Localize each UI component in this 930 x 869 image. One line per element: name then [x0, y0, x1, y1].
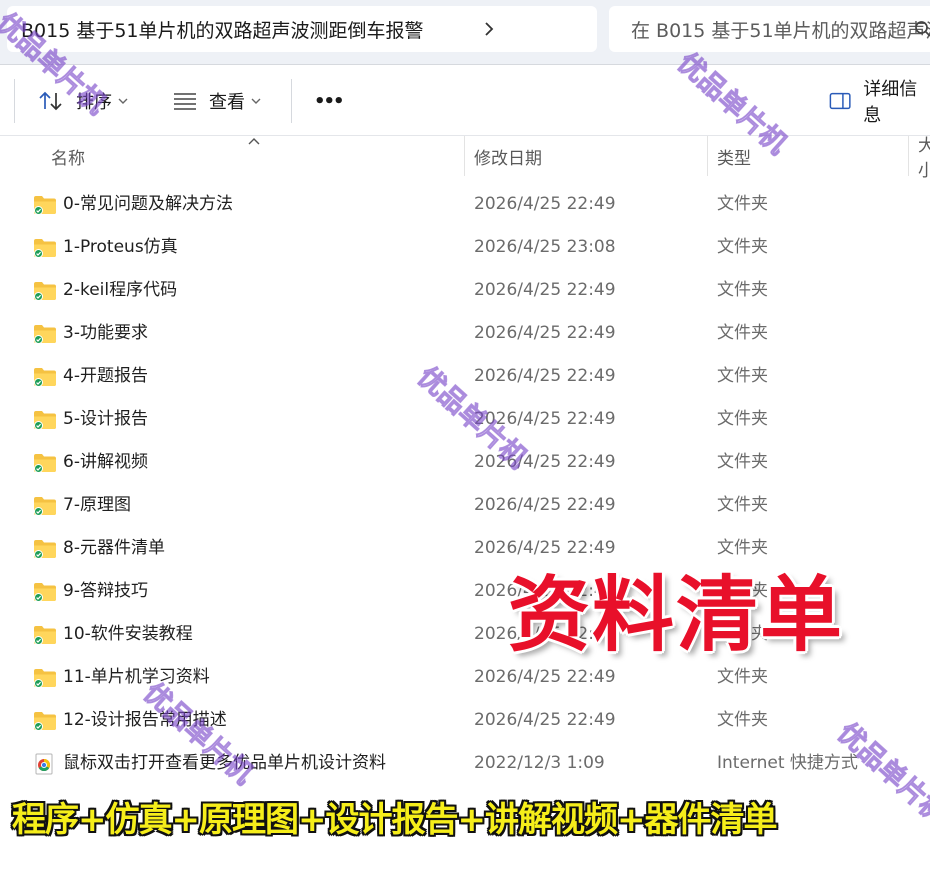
address-bar-region: B015 基于51单片机的双路超声波测距倒车报警 在 B015 基于51单片机的… [0, 0, 930, 64]
file-row[interactable]: 1-Proteus仿真 2026/4/25 23:08 文件夹 [0, 226, 930, 269]
file-type: 文件夹 [717, 194, 768, 214]
file-type: Internet 快捷方式 [717, 753, 858, 773]
details-pane-icon [829, 92, 851, 110]
file-type: 文件夹 [717, 323, 768, 343]
chevron-right-icon[interactable] [477, 17, 501, 41]
search-placeholder: 在 B015 基于51单片机的双路超声波测距倒车报警 中搜索 [631, 19, 930, 42]
folder-icon [34, 540, 56, 559]
folder-icon [34, 712, 56, 731]
search-input[interactable]: 在 B015 基于51单片机的双路超声波测距倒车报警 中搜索 [609, 6, 930, 52]
folder-icon [34, 282, 56, 301]
file-type: 文件夹 [717, 280, 768, 300]
file-type: 文件夹 [717, 366, 768, 386]
internet-shortcut-icon [35, 753, 53, 775]
more-options-button[interactable]: ••• [314, 65, 344, 137]
view-label: 查看 [209, 92, 245, 113]
details-label: 详细信息 [863, 79, 918, 126]
file-date: 2026/4/25 22:49 [474, 280, 616, 300]
file-name[interactable]: 8-元器件清单 [63, 527, 165, 570]
folder-icon [34, 411, 56, 430]
file-date: 2026/4/25 23:08 [474, 237, 616, 257]
breadcrumb-current-folder[interactable]: B015 基于51单片机的双路超声波测距倒车报警 [21, 16, 424, 43]
file-date: 2026/4/25 22:49 [474, 323, 616, 343]
column-headers: 名称 修改日期 类型 大小 [0, 136, 930, 181]
file-name[interactable]: 7-原理图 [63, 484, 131, 527]
file-name[interactable]: 1-Proteus仿真 [63, 226, 178, 269]
view-list-icon [174, 93, 196, 110]
file-name[interactable]: 10-软件安装教程 [63, 613, 193, 656]
column-divider[interactable] [464, 136, 465, 176]
folder-icon [34, 583, 56, 602]
more-options-icon: ••• [314, 90, 344, 112]
file-type: 文件夹 [717, 237, 768, 257]
file-row[interactable]: 3-功能要求 2026/4/25 22:49 文件夹 [0, 312, 930, 355]
file-row[interactable]: 6-讲解视频 2026/4/25 22:49 文件夹 [0, 441, 930, 484]
folder-icon [34, 626, 56, 645]
file-row[interactable]: 0-常见问题及解决方法 2026/4/25 22:49 文件夹 [0, 183, 930, 226]
column-header-date[interactable]: 修改日期 [474, 136, 542, 176]
view-button[interactable]: 查看 [173, 65, 273, 137]
file-name[interactable]: 2-keil程序代码 [63, 269, 177, 312]
file-date: 2026/4/25 22:49 [474, 495, 616, 515]
column-header-name[interactable]: 名称 [51, 136, 85, 176]
file-date: 2026/4/25 22:49 [474, 194, 616, 214]
search-icon[interactable] [914, 20, 930, 38]
column-divider[interactable] [908, 136, 909, 176]
file-type: 文件夹 [717, 452, 768, 472]
file-name[interactable]: 11-单片机学习资料 [63, 656, 210, 699]
file-row[interactable]: 7-原理图 2026/4/25 22:49 文件夹 [0, 484, 930, 527]
file-row[interactable]: 2-keil程序代码 2026/4/25 22:49 文件夹 [0, 269, 930, 312]
file-name[interactable]: 6-讲解视频 [63, 441, 148, 484]
column-divider[interactable] [707, 136, 708, 176]
promo-title: 资料清单 [508, 568, 845, 663]
chevron-down-icon [251, 98, 261, 104]
file-date: 2026/4/25 22:49 [474, 366, 616, 386]
command-bar: 排序 查看 ••• 详细信息 [0, 64, 930, 136]
sort-ascending-icon [248, 138, 260, 145]
file-row[interactable]: 鼠标双击打开查看更多优品单片机设计资料 2022/12/3 1:09 Interne… [0, 742, 930, 785]
folder-icon [34, 239, 56, 258]
file-name[interactable]: 3-功能要求 [63, 312, 148, 355]
file-name[interactable]: 5-设计报告 [63, 398, 148, 441]
file-row[interactable]: 12-设计报告常用描述 2026/4/25 22:49 文件夹 [0, 699, 930, 742]
file-name[interactable]: 4-开题报告 [63, 355, 148, 398]
file-type: 文件夹 [717, 495, 768, 515]
file-date: 2026/4/25 22:49 [474, 710, 616, 730]
folder-icon [34, 368, 56, 387]
file-list: 0-常见问题及解决方法 2026/4/25 22:49 文件夹 1-Proteus仿… [0, 183, 930, 785]
folder-icon [34, 196, 56, 215]
toolbar-divider [291, 79, 292, 123]
folder-icon [34, 325, 56, 344]
folder-icon [34, 454, 56, 473]
folder-icon [34, 497, 56, 516]
file-name[interactable]: 9-答辩技巧 [63, 570, 148, 613]
details-pane-button[interactable]: 详细信息 [829, 65, 930, 137]
file-type: 文件夹 [717, 409, 768, 429]
promo-banner: 程序+仿真+原理图+设计报告+讲解视频+器件清单 [12, 800, 777, 840]
file-name[interactable]: 0-常见问题及解决方法 [63, 183, 233, 226]
toolbar-divider [14, 79, 15, 123]
file-type: 文件夹 [717, 710, 768, 730]
file-date: 2022/12/3 1:09 [474, 753, 605, 773]
breadcrumb[interactable]: B015 基于51单片机的双路超声波测距倒车报警 [7, 6, 597, 52]
column-header-size[interactable]: 大小 [918, 136, 930, 181]
column-header-type[interactable]: 类型 [717, 136, 751, 176]
folder-icon [34, 669, 56, 688]
chevron-down-icon [118, 98, 128, 104]
